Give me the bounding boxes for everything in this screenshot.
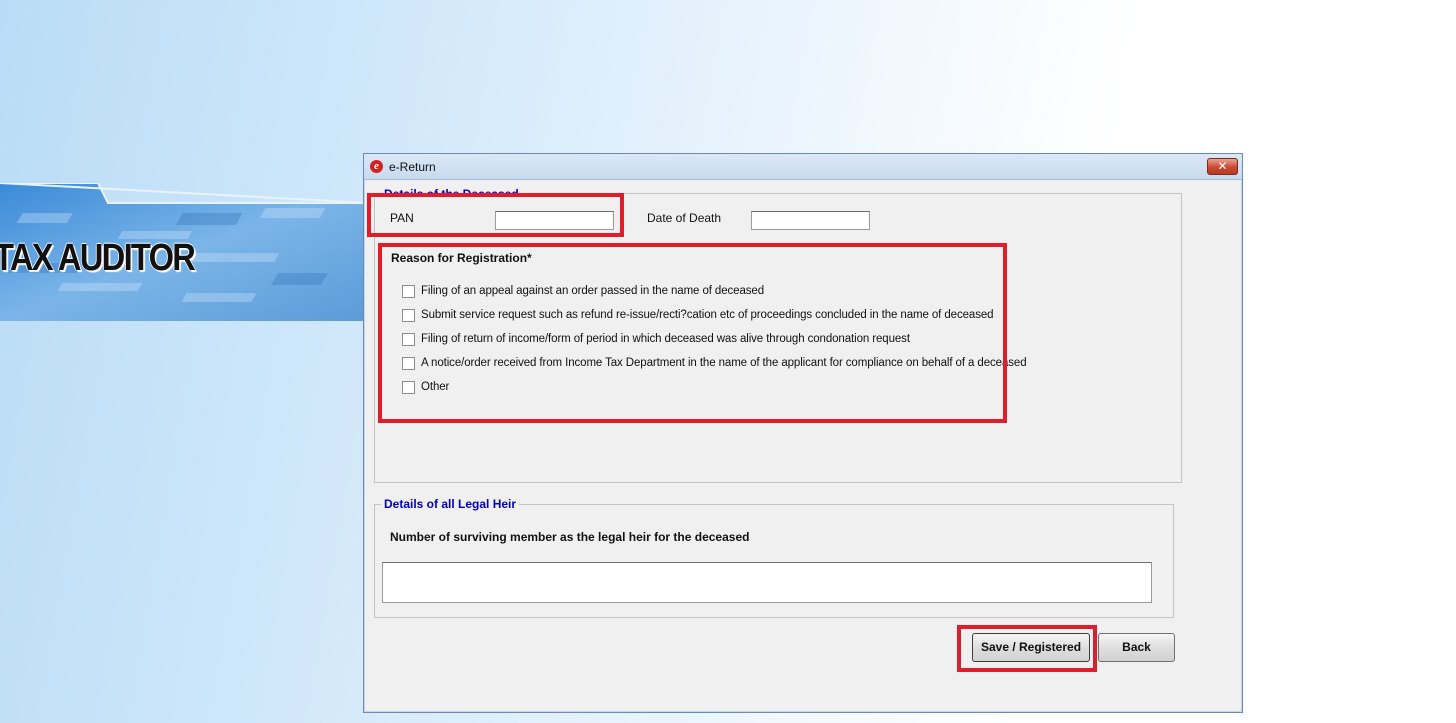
legal-heir-count-input[interactable]	[382, 562, 1152, 603]
reason-checkbox[interactable]	[402, 332, 415, 346]
reason-checkbox[interactable]	[402, 356, 415, 370]
reason-checkbox[interactable]	[402, 284, 415, 298]
e-return-window: e e-Return ✕ Details of the Deceased PAN…	[363, 153, 1243, 713]
pan-label: PAN	[390, 211, 414, 225]
banner-title: TAX AUDITOR	[0, 237, 196, 279]
reason-checkbox[interactable]	[402, 380, 415, 394]
background-banner: TAX AUDITOR	[0, 183, 370, 323]
reason-checkbox[interactable]	[402, 308, 415, 322]
reason-label: Filing of an appeal against an order pas…	[421, 285, 765, 297]
reason-label: Other	[421, 381, 450, 393]
deceased-details-legend: Details of the Deceased	[381, 187, 522, 197]
legal-heir-legend: Details of all Legal Heir	[381, 497, 520, 511]
e-return-logo-icon: e	[370, 160, 383, 173]
deceased-details-group: Details of the Deceased PAN Date of Deat…	[374, 187, 1182, 483]
reason-title: Reason for Registration*	[391, 251, 532, 265]
pan-input[interactable]	[495, 211, 614, 230]
reason-label: Submit service request such as refund re…	[421, 309, 994, 321]
close-icon: ✕	[1217, 159, 1228, 173]
reason-option-service-request[interactable]: Submit service request such as refund re…	[402, 307, 994, 323]
back-button[interactable]: Back	[1098, 633, 1175, 662]
reason-option-other[interactable]: Other	[402, 379, 449, 395]
legal-heir-group: Details of all Legal Heir Number of surv…	[374, 497, 1174, 618]
legal-heir-count-label: Number of surviving member as the legal …	[390, 530, 750, 544]
window-title: e-Return	[389, 160, 436, 174]
reason-label: A notice/order received from Income Tax …	[421, 357, 1027, 369]
reason-option-notice[interactable]: A notice/order received from Income Tax …	[402, 355, 1027, 371]
close-button[interactable]: ✕	[1207, 158, 1238, 175]
title-bar[interactable]: e e-Return ✕	[364, 154, 1242, 180]
date-of-death-label: Date of Death	[647, 211, 722, 225]
reason-option-appeal[interactable]: Filing of an appeal against an order pas…	[402, 283, 764, 299]
reason-option-filing-return[interactable]: Filing of return of income/form of perio…	[402, 331, 910, 347]
reason-label: Filing of return of income/form of perio…	[421, 333, 910, 345]
save-registered-button[interactable]: Save / Registered	[972, 633, 1090, 662]
date-of-death-input[interactable]	[751, 211, 870, 230]
